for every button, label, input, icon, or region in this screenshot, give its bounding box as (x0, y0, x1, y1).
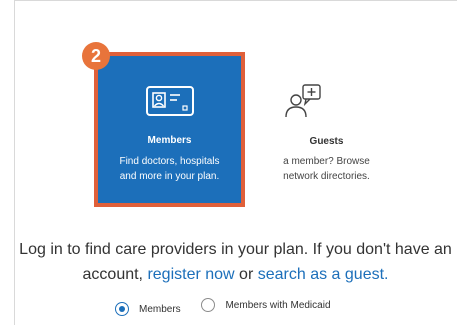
radio-members[interactable]: Members (115, 302, 181, 316)
members-card[interactable]: Members Find doctors, hospitals and more… (98, 56, 241, 203)
member-type-radio-group: Members Members with Medicaid (115, 298, 349, 316)
guests-card[interactable]: Guests a member? Browse network director… (255, 56, 398, 203)
search-as-guest-link[interactable]: search as a guest. (258, 266, 389, 283)
login-message: Log in to find care providers in your pl… (19, 241, 452, 283)
guests-card-title: Guests (309, 136, 344, 147)
radio-members-label: Members (139, 303, 181, 315)
radio-members-button[interactable] (115, 302, 129, 316)
register-now-link[interactable]: register now (147, 266, 234, 283)
id-card-icon (146, 86, 194, 116)
radio-members-medicaid-label: Members with Medicaid (225, 299, 331, 311)
members-card-title: Members (147, 135, 192, 146)
radio-members-medicaid-button[interactable] (201, 298, 216, 312)
guests-card-description: a member? Browse network directories. (283, 156, 370, 182)
members-card-description: Find doctors, hospitals and more in your… (119, 156, 220, 182)
step-number-badge: 2 (82, 42, 110, 70)
guest-help-icon (285, 84, 321, 118)
radio-members-medicaid[interactable]: Members with Medicaid (201, 298, 331, 312)
